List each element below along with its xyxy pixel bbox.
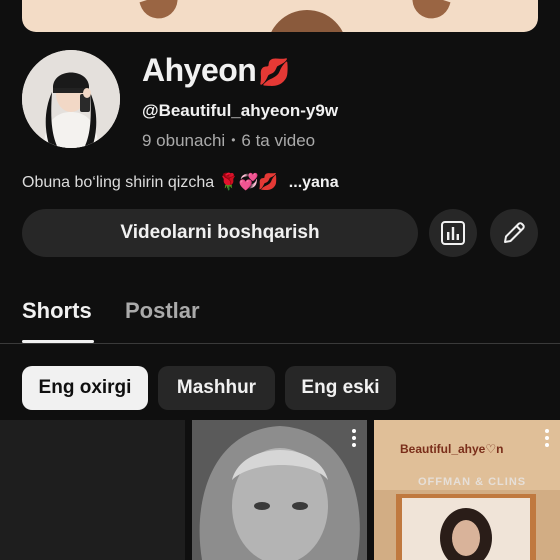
- subscriber-count: 9 obunachi: [142, 131, 226, 150]
- banner-shape: [267, 10, 347, 32]
- banner-shape: [407, 0, 451, 24]
- thumbnail-image: [192, 420, 367, 560]
- thumbnail-subtitle: OFFMAN & CLINS: [418, 476, 527, 488]
- channel-banner[interactable]: [22, 0, 538, 32]
- lips-emoji: 💋: [258, 57, 291, 87]
- short-thumbnail[interactable]: Beautiful_ahye♡n OFFMAN & CLINS: [374, 420, 560, 560]
- channel-handle: @Beautiful_ahyeon-y9w: [142, 101, 339, 120]
- pencil-icon: [504, 222, 525, 243]
- channel-avatar[interactable]: [22, 50, 120, 148]
- thumbnail-image: [374, 420, 560, 560]
- description-text: Obuna bo‘ling shirin qizcha: [22, 174, 215, 191]
- channel-name-text: Ahyeon: [142, 52, 257, 88]
- description-more-link[interactable]: ...yana: [289, 174, 339, 191]
- more-options-icon[interactable]: [349, 428, 359, 448]
- tab-postlar[interactable]: Postlar: [125, 298, 200, 324]
- filter-chip-latest[interactable]: Eng oxirgi: [22, 366, 148, 410]
- manage-videos-button[interactable]: Videolarni boshqarish: [22, 209, 418, 257]
- thumbnail-title: Beautiful_ahye♡n: [400, 442, 504, 456]
- channel-tabs: Shorts Postlar: [0, 290, 560, 344]
- avatar-image: [22, 50, 120, 148]
- channel-description[interactable]: Obuna bo‘ling shirin qizcha 🌹💞💋 ...yana: [22, 172, 339, 192]
- tab-shorts[interactable]: Shorts: [22, 298, 92, 324]
- channel-name: Ahyeon💋: [142, 52, 291, 89]
- more-options-icon[interactable]: [542, 428, 552, 448]
- filter-chip-oldest[interactable]: Eng eski: [285, 366, 396, 410]
- channel-stats: 9 obunachi • 6 ta video: [142, 131, 315, 151]
- analytics-button[interactable]: [429, 209, 477, 257]
- short-thumbnail[interactable]: [0, 420, 185, 560]
- bar-chart-icon: [441, 221, 465, 245]
- short-thumbnail[interactable]: [192, 420, 367, 560]
- video-count: 6 ta video: [241, 131, 316, 150]
- edit-channel-button[interactable]: [490, 209, 538, 257]
- description-emojis: 🌹💞💋: [218, 174, 279, 191]
- stats-separator: •: [231, 133, 236, 147]
- filter-chip-popular[interactable]: Mashhur: [158, 366, 275, 410]
- active-tab-indicator: [22, 340, 94, 343]
- banner-shape: [139, 0, 183, 24]
